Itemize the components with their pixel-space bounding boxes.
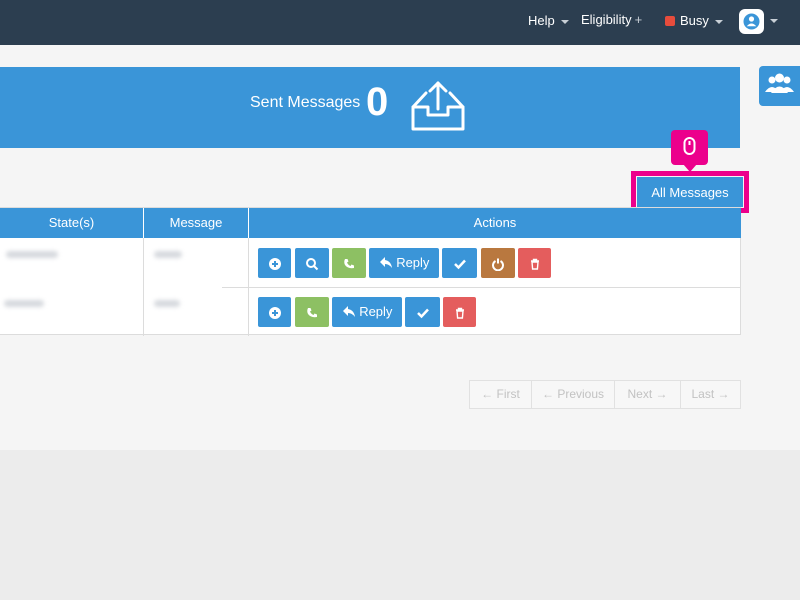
all-messages-button[interactable]: All Messages bbox=[637, 177, 743, 207]
table-header: State(s) Message Actions bbox=[0, 208, 741, 238]
mark-done-button[interactable] bbox=[405, 297, 440, 327]
users-icon bbox=[765, 73, 794, 93]
add-button[interactable] bbox=[258, 297, 291, 327]
reply-button[interactable]: Reply bbox=[369, 248, 439, 278]
user-icon bbox=[743, 13, 760, 30]
delete-button[interactable] bbox=[518, 248, 551, 278]
reply-label: Reply bbox=[359, 304, 393, 319]
power-button[interactable] bbox=[481, 248, 515, 278]
previous-page-button[interactable]: ← Previous bbox=[532, 381, 615, 408]
mark-done-button[interactable] bbox=[442, 248, 477, 278]
column-header-actions: Actions bbox=[473, 215, 517, 230]
power-icon bbox=[492, 258, 504, 271]
redacted-message bbox=[154, 300, 180, 307]
plus-circle-icon bbox=[268, 257, 281, 270]
check-icon bbox=[453, 259, 466, 269]
column-header-states: State(s) bbox=[48, 215, 95, 230]
help-menu[interactable]: Help bbox=[528, 0, 569, 45]
status-label: Busy bbox=[680, 13, 709, 28]
pagination: ← First ← Previous Next → Last → bbox=[469, 380, 741, 409]
chevron-down-icon bbox=[714, 19, 723, 24]
reply-icon bbox=[379, 257, 392, 268]
reply-label: Reply bbox=[396, 255, 430, 270]
side-panel-tab[interactable] bbox=[759, 66, 800, 106]
sent-count: 0 bbox=[366, 80, 389, 124]
column-header-message: Message bbox=[169, 215, 223, 230]
redacted-message bbox=[154, 251, 182, 258]
call-button[interactable] bbox=[332, 248, 366, 278]
top-navbar: Help Eligibility + Busy bbox=[0, 0, 800, 45]
last-page-button[interactable]: Last → bbox=[681, 381, 740, 408]
first-page-button[interactable]: ← First bbox=[470, 381, 532, 408]
banner-label: Sent Messages bbox=[250, 94, 361, 111]
chevron-down-icon bbox=[560, 19, 569, 24]
trash-icon bbox=[455, 307, 464, 319]
help-label: Help bbox=[528, 13, 555, 28]
search-button[interactable] bbox=[295, 248, 329, 278]
status-indicator-icon bbox=[665, 16, 675, 26]
user-avatar[interactable] bbox=[739, 9, 764, 34]
phone-icon bbox=[344, 258, 354, 268]
add-button[interactable] bbox=[258, 248, 291, 278]
eligibility-menu[interactable]: Eligibility + bbox=[581, 0, 642, 45]
redacted-state bbox=[4, 300, 44, 307]
status-menu[interactable]: Busy bbox=[665, 0, 723, 45]
delete-button[interactable] bbox=[443, 297, 476, 327]
mouse-icon bbox=[683, 137, 696, 155]
row-divider bbox=[222, 287, 741, 288]
column-divider bbox=[143, 238, 144, 336]
reply-icon bbox=[342, 306, 355, 317]
redacted-state bbox=[6, 251, 58, 258]
click-indicator bbox=[671, 130, 708, 165]
eligibility-label: Eligibility bbox=[581, 12, 632, 27]
plus-icon: + bbox=[634, 12, 643, 27]
page-footer-area bbox=[0, 450, 800, 600]
search-icon bbox=[306, 257, 319, 270]
call-button[interactable] bbox=[295, 297, 329, 327]
phone-icon bbox=[307, 307, 317, 317]
trash-icon bbox=[530, 258, 539, 270]
next-page-button[interactable]: Next → bbox=[615, 381, 681, 408]
reply-button[interactable]: Reply bbox=[332, 297, 402, 327]
outbox-upload-icon bbox=[411, 81, 465, 131]
messages-table: State(s) Message Actions Reply Reply bbox=[0, 207, 741, 336]
chevron-down-icon[interactable] bbox=[770, 19, 778, 23]
check-icon bbox=[416, 308, 429, 318]
plus-circle-icon bbox=[268, 306, 281, 319]
